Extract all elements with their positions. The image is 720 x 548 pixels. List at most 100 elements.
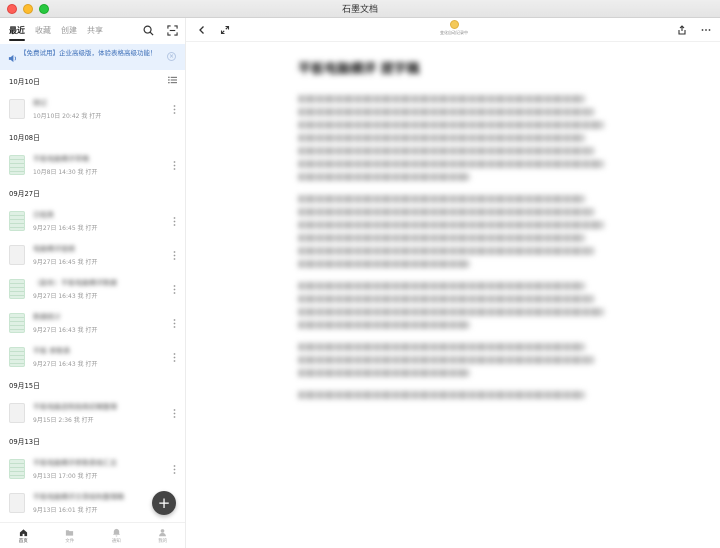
app-window: 石墨文档 最近 收藏 创建 共享 【免费试用】企业高级版，体验表格高级功能！ ×	[0, 0, 720, 548]
date-group-header: 09月27日	[0, 182, 185, 204]
text-line	[298, 95, 586, 103]
save-status: 变化自动记录中	[434, 20, 474, 36]
file-list-item[interactable]: 平板 参数表 9月27日 16:43 我 打开	[0, 340, 185, 374]
close-window-button[interactable]	[7, 4, 17, 14]
file-list-item[interactable]: 数据统计 9月27日 16:43 我 打开	[0, 306, 185, 340]
text-line	[298, 282, 586, 290]
date-group-header: 10月10日	[0, 70, 185, 92]
banner-close-icon[interactable]: ×	[167, 52, 176, 61]
more-vertical-icon[interactable]	[173, 251, 176, 260]
more-options-icon[interactable]	[699, 23, 713, 37]
file-name: 电脑横评提纲	[33, 245, 75, 253]
bell-icon	[112, 528, 120, 537]
file-item-text: 平板电脑横评文章结构整理稿 9月13日 16:01 我 打开	[33, 492, 124, 514]
bottom-navigation: 首页 文件 通知 我的	[0, 522, 186, 548]
file-item-text: 日程表 9月27日 16:45 我 打开	[33, 210, 97, 232]
document-pane: 变化自动记录中 平板电脑横评 提字稿	[186, 18, 720, 548]
tab-created[interactable]: 创建	[61, 25, 77, 36]
nav-notifications-label: 通知	[111, 538, 121, 544]
date-group-header: 10月08日	[0, 126, 185, 148]
file-name: 平板电脑横评文章结构整理稿	[33, 493, 124, 501]
file-list-item[interactable]: 电脑横评提纲 9月27日 16:45 我 打开	[0, 238, 185, 272]
more-vertical-icon[interactable]	[173, 409, 176, 418]
text-line	[298, 308, 604, 316]
document-file-icon	[9, 403, 25, 423]
scan-icon[interactable]	[165, 23, 179, 37]
file-item-text: 平板电脑横评草稿 10月8日 14:30 我 打开	[33, 154, 97, 176]
text-line	[298, 356, 595, 364]
maximize-window-button[interactable]	[39, 4, 49, 14]
more-vertical-icon[interactable]	[173, 161, 176, 170]
minimize-window-button[interactable]	[23, 4, 33, 14]
blurred-paragraph	[298, 282, 610, 329]
blurred-paragraph	[298, 195, 610, 268]
more-vertical-icon[interactable]	[173, 465, 176, 474]
date-group-label: 09月13日	[9, 438, 40, 446]
nav-notifications[interactable]: 通知	[93, 523, 140, 548]
more-vertical-icon[interactable]	[173, 319, 176, 328]
file-last-opened: 9月27日 16:43 我 打开	[33, 361, 98, 368]
text-line	[298, 147, 595, 155]
promo-banner[interactable]: 【免费试用】企业高级版，体验表格高级功能！ ×	[0, 44, 185, 70]
search-icon[interactable]	[141, 23, 155, 37]
avatar	[449, 20, 459, 29]
text-line	[298, 160, 604, 168]
text-line	[298, 208, 595, 216]
user-icon	[159, 528, 167, 536]
text-line	[298, 221, 604, 229]
tab-recent[interactable]: 最近	[9, 25, 25, 41]
more-vertical-icon[interactable]	[173, 217, 176, 226]
speaker-icon	[8, 48, 17, 67]
file-list-item[interactable]: 平板电脑选购指南初稿整理 9月15日 2:36 我 打开	[0, 396, 185, 430]
back-arrow-icon[interactable]	[195, 23, 209, 37]
file-last-opened: 9月27日 16:45 我 打开	[33, 259, 98, 266]
document-toolbar: 变化自动记录中	[186, 18, 720, 42]
nav-home-label: 首页	[18, 538, 28, 544]
text-line	[298, 108, 595, 116]
date-group-label: 10月08日	[9, 134, 40, 142]
text-line	[298, 321, 470, 329]
file-name: 日程表	[33, 211, 54, 219]
file-last-opened: 9月13日 17:00 我 打开	[33, 473, 98, 480]
file-list-item[interactable]: 平板电脑横评草稿 10月8日 14:30 我 打开	[0, 148, 185, 182]
nav-files-label: 文件	[65, 538, 75, 544]
new-document-button[interactable]: +	[152, 491, 176, 515]
expand-icon[interactable]	[218, 23, 232, 37]
file-item-text: 平板电脑选购指南初稿整理 9月15日 2:36 我 打开	[33, 402, 117, 424]
blurred-paragraph	[298, 343, 610, 377]
file-list-item[interactable]: （副本）平板电脑横评数据 9月27日 16:43 我 打开	[0, 272, 185, 306]
file-name: 平板电脑横评参数表格汇总	[33, 459, 117, 467]
document-file-icon	[9, 245, 25, 265]
file-item-text: 平板电脑横评参数表格汇总 9月13日 17:00 我 打开	[33, 458, 117, 480]
file-item-text: 电脑横评提纲 9月27日 16:45 我 打开	[33, 244, 97, 266]
file-list-item[interactable]: 平板电脑横评参数表格汇总 9月13日 17:00 我 打开	[0, 452, 185, 486]
date-group-label: 09月15日	[9, 382, 40, 390]
text-line	[298, 195, 586, 203]
sidebar-tabs: 最近 收藏 创建 共享	[0, 18, 185, 42]
text-line	[298, 134, 586, 142]
more-vertical-icon[interactable]	[173, 105, 176, 114]
document-body[interactable]: 平板电脑横评 提字稿	[298, 52, 610, 413]
file-last-opened: 9月27日 16:45 我 打开	[33, 225, 98, 232]
tab-shared[interactable]: 共享	[87, 25, 103, 36]
text-line	[298, 234, 586, 242]
share-icon[interactable]	[675, 23, 689, 37]
date-group-header: 09月15日	[0, 374, 185, 396]
date-group-header: 09月13日	[0, 430, 185, 452]
file-name: 随记	[33, 99, 47, 107]
file-name: （副本）平板电脑横评数据	[33, 279, 117, 287]
tab-favorites[interactable]: 收藏	[35, 25, 51, 36]
file-list-item[interactable]: 随记 10月10日 20:42 我 打开	[0, 92, 185, 126]
more-vertical-icon[interactable]	[173, 285, 176, 294]
promo-banner-text: 【免费试用】企业高级版，体验表格高级功能！	[20, 49, 157, 57]
spreadsheet-file-icon	[9, 279, 25, 299]
nav-profile[interactable]: 我的	[140, 523, 186, 548]
folder-icon	[66, 529, 74, 536]
more-vertical-icon[interactable]	[173, 353, 176, 362]
file-list-item[interactable]: 日程表 9月27日 16:45 我 打开	[0, 204, 185, 238]
list-view-icon[interactable]	[168, 76, 177, 86]
document-paragraphs	[298, 95, 610, 399]
home-icon	[19, 528, 27, 536]
nav-files[interactable]: 文件	[47, 523, 94, 548]
nav-home[interactable]: 首页	[0, 523, 47, 548]
